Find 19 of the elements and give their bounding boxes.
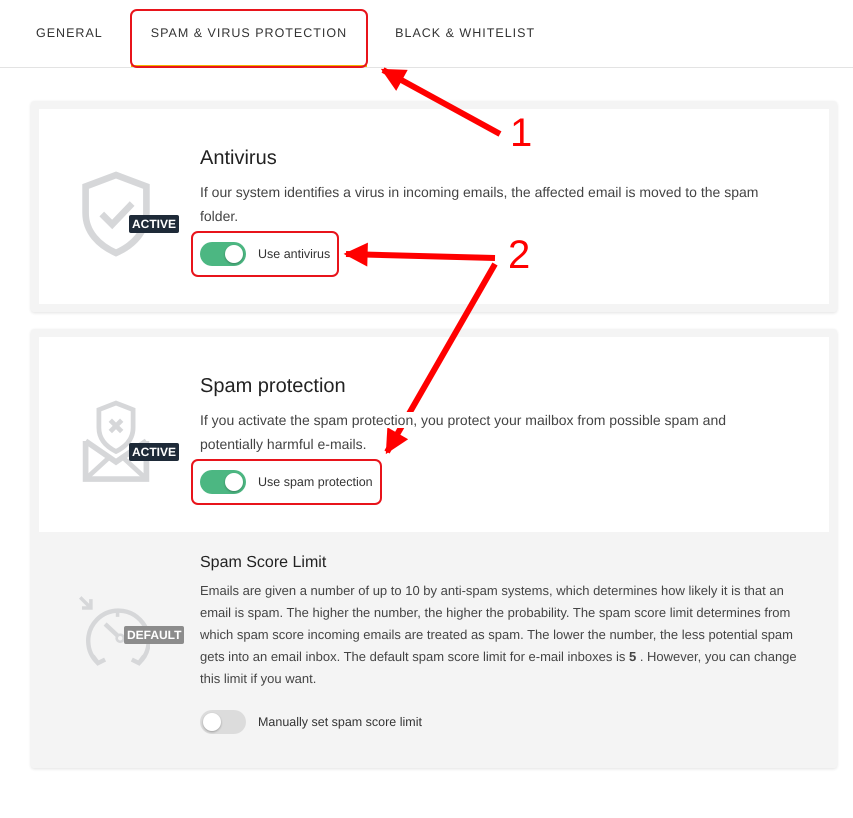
status-badge: DEFAULT [124,626,184,644]
section-title: Spam protection [200,375,347,398]
toggle-label: Manually set spam score limit [258,715,422,729]
tab[interactable]: BLACK & WHITELIST [375,0,556,67]
toggle-label: Use antivirus [258,247,330,261]
tab[interactable]: GENERAL [16,0,123,67]
section-description: Emails are given a number of up to 10 by anti-spam systems, which determines how likely it is that an email is spam. The higher the number, the higher the probability. The spam score limit determines from which spam score incoming emails are treated as spam. The lower the number, the less potential spam gets into an email inbox. The default spam score limit for e-mail inboxes is 5 . However, you can change this limit if you want. [200,582,798,688]
section-title: Spam Score Limit [200,554,328,572]
toggle-switch[interactable] [200,710,246,734]
callout-number: 2 [508,233,530,277]
toggle-label: Use spam protection [258,475,373,489]
section-description: If you activate the spam protection, you protect your mailbox from possible spam and potentially harmful e-mails. [200,411,728,454]
callout-number: 1 [510,111,532,155]
status-badge: ACTIVE [129,215,180,233]
tab[interactable]: SPAM & VIRUS PROTECTION [130,0,368,67]
section-title: Antivirus [200,147,278,170]
toggle-switch[interactable] [200,242,246,266]
status-badge: ACTIVE [129,443,180,461]
toggle-switch[interactable] [200,470,246,494]
